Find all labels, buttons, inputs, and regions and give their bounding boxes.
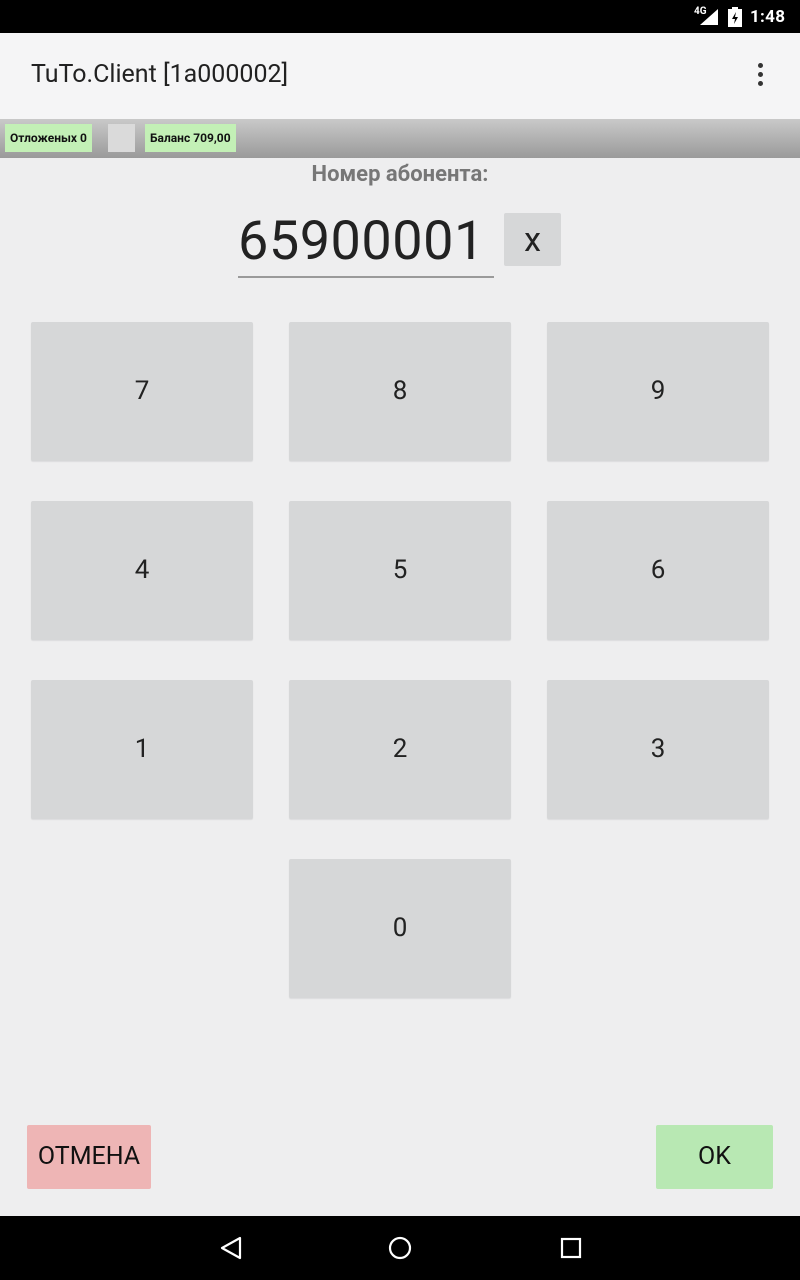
- key-4[interactable]: 4: [31, 501, 253, 640]
- key-0[interactable]: 0: [289, 859, 511, 998]
- overflow-menu-icon[interactable]: [750, 63, 770, 91]
- status-indicator[interactable]: [108, 124, 135, 152]
- app-title: TuTo.Client [1a000002]: [31, 60, 289, 89]
- home-icon[interactable]: [388, 1236, 412, 1260]
- key-5[interactable]: 5: [289, 501, 511, 640]
- subscriber-label: Номер абонента:: [311, 162, 489, 187]
- signal-icon: [700, 9, 718, 25]
- status-bar: 4G 1:48: [0, 0, 800, 33]
- deferred-badge[interactable]: Отложеных 0: [5, 124, 92, 152]
- subscriber-number-field[interactable]: 65900001: [238, 206, 494, 278]
- app-bar: TuTo.Client [1a000002]: [0, 33, 800, 119]
- key-2[interactable]: 2: [289, 680, 511, 819]
- recents-icon[interactable]: [560, 1237, 582, 1259]
- clock: 1:48: [750, 7, 786, 27]
- key-3[interactable]: 3: [547, 680, 769, 819]
- key-7[interactable]: 7: [31, 322, 253, 461]
- ok-button[interactable]: OK: [656, 1125, 773, 1189]
- clear-button[interactable]: x: [504, 213, 561, 266]
- back-icon[interactable]: [219, 1236, 243, 1260]
- navigation-bar: [0, 1216, 800, 1280]
- key-6[interactable]: 6: [547, 501, 769, 640]
- key-8[interactable]: 8: [289, 322, 511, 461]
- balance-badge[interactable]: Баланс 709,00: [145, 124, 236, 152]
- battery-icon: [728, 7, 742, 27]
- key-9[interactable]: 9: [547, 322, 769, 461]
- cancel-button[interactable]: ОТМЕНА: [27, 1125, 151, 1189]
- subscriber-number-value: 65900001: [238, 210, 485, 273]
- info-strip: Отложеных 0 Баланс 709,00: [0, 119, 800, 158]
- key-1[interactable]: 1: [31, 680, 253, 819]
